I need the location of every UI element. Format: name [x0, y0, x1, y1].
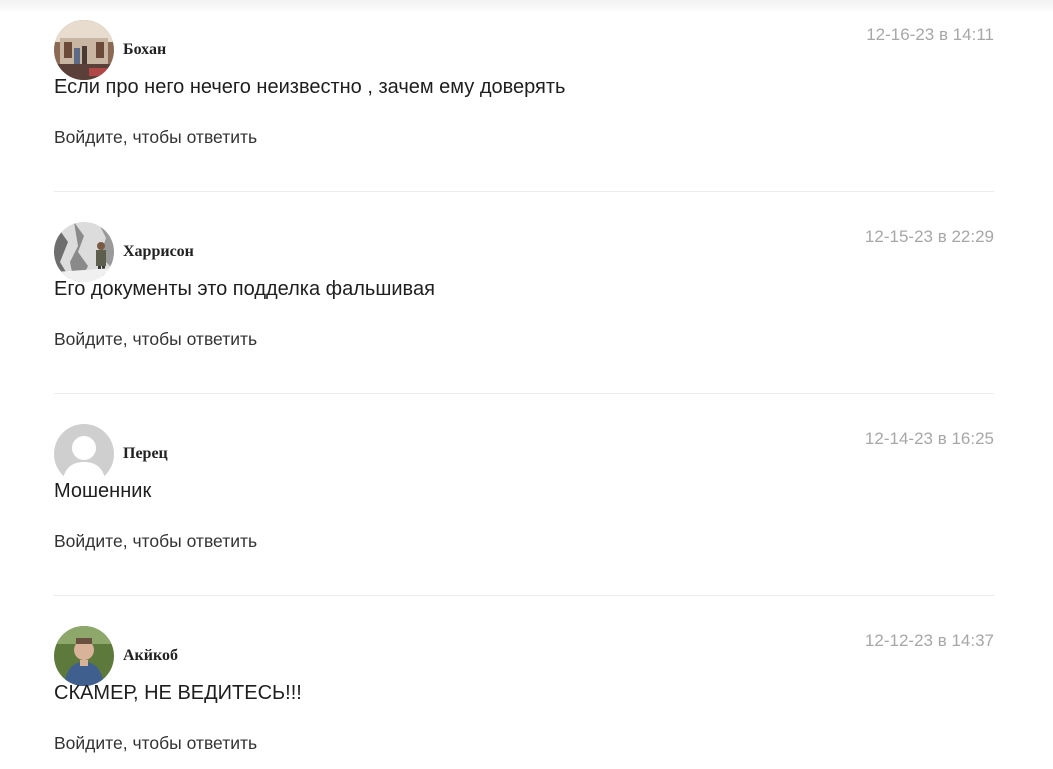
comment-author: Акйкоб [123, 647, 178, 664]
user-avatar-icon[interactable] [54, 626, 114, 686]
comment-date: 12-15-23 в 22:29 [864, 227, 994, 246]
comment-item: Харрисон 12-15-23 в 22:29 Его документы … [54, 192, 994, 394]
comment-date: 12-14-23 в 16:25 [864, 429, 994, 448]
login-to-reply-link[interactable]: Войдите, чтобы ответить [54, 733, 257, 754]
comment-text: Его документы это подделка фальшивая [54, 278, 435, 300]
comment-author: Перец [123, 445, 168, 462]
user-avatar-icon[interactable] [54, 20, 114, 80]
comment-header: Бохан 12-16-23 в 14:11 [54, 20, 994, 80]
comment-item: Перец 12-14-23 в 16:25 Мошенник Войдите,… [54, 394, 994, 596]
login-to-reply-link[interactable]: Войдите, чтобы ответить [54, 127, 257, 148]
comment-text: СКАМЕР, НЕ ВЕДИТЕСЬ!!! [54, 682, 302, 704]
login-to-reply-link[interactable]: Войдите, чтобы ответить [54, 531, 257, 552]
comment-date: 12-12-23 в 14:37 [864, 631, 994, 650]
comment-header: Акйкоб 12-12-23 в 14:37 [54, 626, 994, 686]
comment-author: Бохан [123, 41, 167, 58]
default-user-avatar-icon[interactable] [54, 424, 114, 484]
comment-date: 12-16-23 в 14:11 [866, 25, 994, 44]
comment-text: Если про него нечего неизвестно , зачем … [54, 76, 566, 98]
comment-item: Бохан 12-16-23 в 14:11 Если про него неч… [54, 0, 994, 192]
user-avatar-icon[interactable] [54, 222, 114, 282]
comment-header: Перец 12-14-23 в 16:25 [54, 424, 994, 484]
comment-header: Харрисон 12-15-23 в 22:29 [54, 222, 994, 282]
login-to-reply-link[interactable]: Войдите, чтобы ответить [54, 329, 257, 350]
comment-author: Харрисон [123, 243, 194, 260]
comment-item: Акйкоб 12-12-23 в 14:37 СКАМЕР, НЕ ВЕДИТ… [54, 596, 994, 769]
comment-text: Мошенник [54, 480, 152, 502]
comment-list: Бохан 12-16-23 в 14:11 Если про него неч… [54, 0, 994, 769]
